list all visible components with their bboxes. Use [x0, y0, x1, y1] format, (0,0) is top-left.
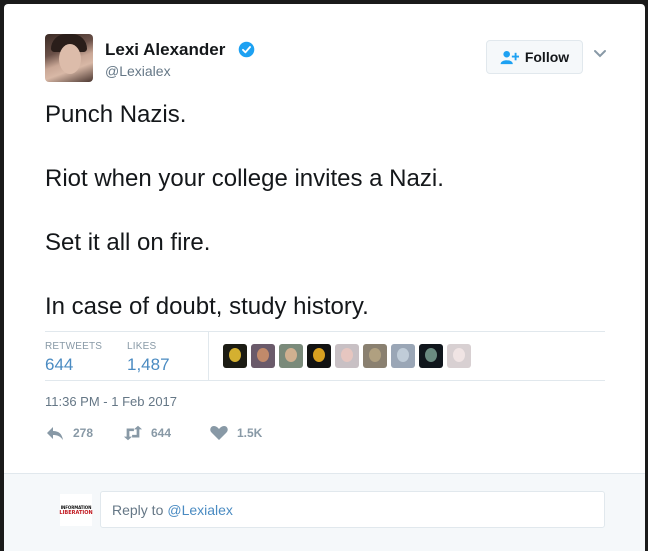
liker-face	[369, 348, 381, 362]
liker-face	[397, 348, 409, 362]
liker-avatar-9[interactable]	[447, 344, 471, 368]
heart-icon	[210, 426, 228, 440]
reply-mention: @Lexialex	[167, 501, 233, 518]
liker-face	[341, 348, 353, 362]
likers-avatars	[223, 344, 471, 368]
stats-divider	[208, 332, 209, 380]
retweet-action-button[interactable]: 644	[123, 425, 209, 441]
retweets-label: RETWEETS	[45, 341, 103, 352]
retweet-icon	[123, 425, 143, 441]
my-avatar-logo: INFORMATION LIBERATION	[59, 494, 93, 526]
tweet-text: Punch Nazis. Riot when your college invi…	[45, 100, 444, 356]
tweet-line: In case of doubt, study history.	[45, 293, 369, 320]
liker-avatar-7[interactable]	[391, 344, 415, 368]
chevron-down-icon[interactable]	[593, 49, 607, 59]
avatar-face	[59, 44, 81, 74]
reply-icon	[47, 427, 63, 440]
tweet-line: Set it all on fire.	[45, 229, 211, 256]
liker-face	[285, 348, 297, 362]
tweet-stats: RETWEETS 644 LIKES 1,487	[45, 331, 605, 381]
liker-avatar-4[interactable]	[307, 344, 331, 368]
add-user-icon	[500, 50, 519, 64]
liker-face	[229, 348, 241, 362]
liker-face	[257, 348, 269, 362]
retweet-count: 644	[151, 426, 172, 440]
reply-action-button[interactable]: 278	[45, 425, 123, 441]
follow-button-label: Follow	[524, 49, 570, 65]
like-action-button[interactable]: 1.5K	[209, 425, 262, 441]
liker-face	[313, 348, 325, 362]
likes-label: LIKES	[127, 341, 157, 352]
author-name[interactable]: Lexi Alexander	[105, 40, 225, 60]
follow-button[interactable]: Follow	[486, 40, 583, 74]
liker-avatar-8[interactable]	[419, 344, 443, 368]
my-avatar-line2: LIBERATION	[59, 509, 93, 516]
reply-composer: INFORMATION LIBERATION Reply to @Lexiale…	[4, 473, 645, 551]
tweet-line: Riot when your college invites a Nazi.	[45, 165, 444, 192]
likes-stat[interactable]: LIKES 1,487	[127, 341, 170, 375]
liker-face	[453, 348, 465, 362]
tweet-card: Lexi Alexander @Lexialex Follow Punch Na…	[4, 4, 645, 551]
liker-avatar-5[interactable]	[335, 344, 359, 368]
reply-count: 278	[73, 426, 94, 440]
retweets-count: 644	[45, 355, 74, 374]
liker-avatar-1[interactable]	[223, 344, 247, 368]
liker-avatar-6[interactable]	[363, 344, 387, 368]
retweets-stat[interactable]: RETWEETS 644	[45, 341, 102, 375]
liker-avatar-2[interactable]	[251, 344, 275, 368]
author-handle[interactable]: @Lexialex	[105, 63, 171, 79]
tweet-actions: 278 644 1.5K	[45, 425, 262, 441]
author-avatar[interactable]	[45, 34, 93, 82]
likes-count: 1,487	[127, 355, 170, 374]
liker-face	[425, 348, 437, 362]
verified-badge-icon	[238, 41, 255, 58]
tweet-timestamp[interactable]: 11:36 PM - 1 Feb 2017	[45, 394, 177, 409]
tweet-line: Punch Nazis.	[45, 101, 187, 128]
reply-input[interactable]: Reply to @Lexialex	[100, 491, 605, 528]
reply-placeholder-prefix: Reply to	[112, 501, 164, 518]
like-count: 1.5K	[237, 426, 263, 440]
liker-avatar-3[interactable]	[279, 344, 303, 368]
